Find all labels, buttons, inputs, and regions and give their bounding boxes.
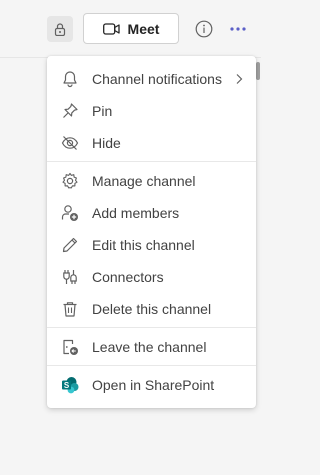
gear-icon <box>61 172 79 190</box>
plug-icon <box>61 268 79 286</box>
menu-divider <box>47 365 256 366</box>
channel-header: Meet <box>0 0 261 57</box>
scrollbar[interactable] <box>256 58 261 475</box>
meet-button[interactable]: Meet <box>83 13 179 44</box>
trash-icon <box>61 300 79 318</box>
pin-icon <box>61 102 79 120</box>
menu-item-manage-channel[interactable]: Manage channel <box>47 165 256 197</box>
video-camera-icon <box>102 22 120 35</box>
menu-item-label: Connectors <box>92 269 164 285</box>
menu-item-label: Open in SharePoint <box>92 377 215 393</box>
info-icon <box>195 20 213 38</box>
sharepoint-icon: S <box>61 376 79 394</box>
menu-item-label: Add members <box>92 205 180 221</box>
more-options-button[interactable] <box>228 19 248 39</box>
menu-item-label: Edit this channel <box>92 237 195 253</box>
scrollbar-thumb[interactable] <box>256 62 260 80</box>
menu-item-label: Manage channel <box>92 173 196 189</box>
leave-icon <box>61 338 79 356</box>
svg-text:S: S <box>64 381 70 390</box>
menu-item-label: Leave the channel <box>92 339 207 355</box>
channel-info-button[interactable] <box>194 19 214 39</box>
lock-icon <box>54 22 66 36</box>
menu-item-hide[interactable]: Hide <box>47 127 256 159</box>
menu-item-channel-notifications[interactable]: Channel notifications <box>47 63 256 95</box>
menu-item-leave-the-channel[interactable]: Leave the channel <box>47 331 256 363</box>
chevron-right-icon <box>233 73 245 85</box>
menu-item-label: Delete this channel <box>92 301 212 317</box>
menu-item-label: Channel notifications <box>92 71 222 87</box>
meet-label: Meet <box>127 20 160 37</box>
menu-item-connectors[interactable]: Connectors <box>47 261 256 293</box>
pencil-icon <box>61 236 79 254</box>
eye-off-icon <box>61 134 79 152</box>
menu-item-pin[interactable]: Pin <box>47 95 256 127</box>
menu-divider <box>47 327 256 328</box>
menu-item-label: Pin <box>92 103 113 119</box>
lock-button[interactable] <box>47 16 73 42</box>
menu-divider <box>47 161 256 162</box>
bell-icon <box>61 70 79 88</box>
channel-options-menu: Channel notifications Pin Hide Manage ch… <box>47 56 256 408</box>
more-horizontal-icon <box>230 27 246 31</box>
person-add-icon <box>61 204 79 222</box>
menu-item-add-members[interactable]: Add members <box>47 197 256 229</box>
menu-item-delete-this-channel[interactable]: Delete this channel <box>47 293 256 325</box>
menu-item-edit-this-channel[interactable]: Edit this channel <box>47 229 256 261</box>
menu-item-label: Hide <box>92 135 121 151</box>
menu-item-open-in-sharepoint[interactable]: S Open in SharePoint <box>47 369 256 401</box>
